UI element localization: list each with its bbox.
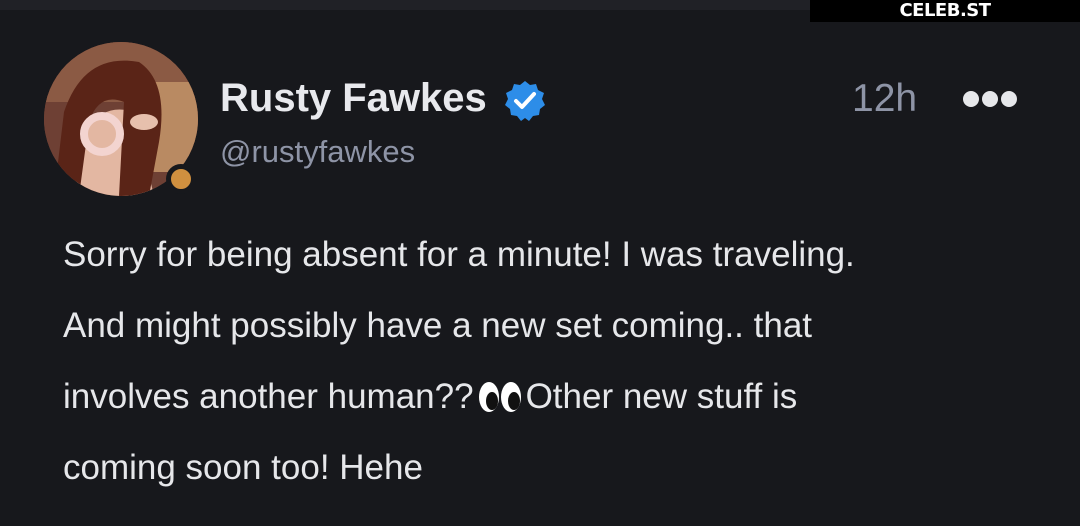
user-handle[interactable]: @rustyfawkes [220,133,415,171]
status-indicator [166,164,196,194]
more-options-icon[interactable] [962,86,1018,112]
post-body: Sorry for being absent for a minute! I w… [63,219,1063,503]
watermark: CELEB.ST [810,0,1080,22]
post-text-segment: Other new stuff is [525,377,798,416]
display-name[interactable]: Rusty Fawkes [220,74,487,122]
post-text-line: And might possibly have a new set coming… [63,306,813,345]
post-text-line: involves another human?? Other new stuff … [63,361,1063,432]
post-text-line: Sorry for being absent for a minute! I w… [63,235,855,274]
verified-badge-icon [505,81,545,121]
timestamp[interactable]: 12h [852,76,917,122]
eyes-icon [478,382,521,412]
post-text-segment: involves another human?? [63,377,474,416]
post-text-line: coming soon too! Hehe [63,448,423,487]
